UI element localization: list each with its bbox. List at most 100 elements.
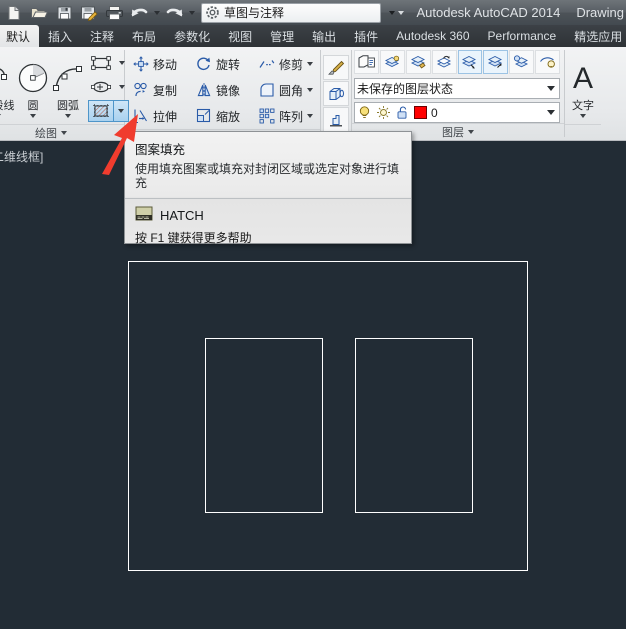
undo-icon[interactable]: [127, 2, 151, 24]
stretch-label: 拉伸: [153, 109, 178, 124]
tab-autodesk360[interactable]: Autodesk 360: [387, 25, 478, 47]
left-rectangle[interactable]: [205, 338, 323, 513]
layer-color-swatch[interactable]: [414, 106, 427, 119]
mirror-label: 镜像: [215, 83, 240, 98]
layer-isolate-icon[interactable]: [405, 50, 431, 74]
lightbulb-icon: [359, 106, 370, 118]
arc-label: 圆弧: [57, 99, 79, 112]
layer-turn-on-icon[interactable]: [535, 50, 560, 74]
arc-dropdown[interactable]: [65, 113, 71, 118]
draw-panel-title[interactable]: 绘图: [0, 124, 124, 140]
layer-unisolate-icon[interactable]: [431, 50, 457, 74]
arc-button[interactable]: 圆弧: [51, 56, 85, 118]
tab-default[interactable]: 默认: [0, 25, 40, 47]
trim-button[interactable]: 修剪: [254, 51, 317, 77]
open-icon[interactable]: [27, 2, 51, 24]
array-button[interactable]: 阵列: [254, 103, 317, 129]
rotate-label: 旋转: [215, 57, 240, 72]
layer-freeze-icon[interactable]: [457, 50, 483, 74]
title-bar: 草图与注释 Autodesk AutoCAD 2014 Drawing: [0, 0, 626, 25]
chevron-down-icon[interactable]: [547, 86, 555, 91]
save-icon[interactable]: [52, 2, 76, 24]
tooltip-description: 使用填充图案或填充对封闭区域或选定对象进行填充: [135, 162, 400, 190]
ellipse-button[interactable]: [87, 75, 130, 99]
paintbrush-icon: [328, 60, 345, 75]
rectangle-button[interactable]: [87, 51, 130, 75]
hatch-command-icon: [135, 206, 153, 224]
text-button[interactable]: A 文字: [568, 56, 598, 118]
copy-label: 复制: [153, 83, 178, 98]
draw-small-buttons: [87, 51, 130, 123]
ribbon-tab-strip: 默认 插入 注释 布局 参数化 视图 管理 输出 插件 Autodesk 360…: [0, 25, 626, 47]
circle-dropdown[interactable]: [30, 113, 36, 118]
tooltip-help: 按 F1 键获得更多帮助: [135, 231, 252, 245]
mirror-icon: [195, 81, 213, 99]
polyline-button[interactable]: 多段线: [0, 56, 15, 118]
hatch-button[interactable]: [87, 99, 130, 123]
polyline-dropdown[interactable]: [0, 113, 1, 118]
workspace-value: 草图与注释: [224, 6, 285, 20]
tooltip-title: 图案填充: [135, 143, 186, 157]
scale-button[interactable]: 缩放: [191, 103, 254, 129]
layer-state-combo[interactable]: 未保存的图层状态: [354, 78, 560, 99]
copy-button[interactable]: 复制: [128, 77, 191, 103]
polyline-label: 多段线: [0, 99, 15, 112]
chevron-down-icon[interactable]: [547, 110, 555, 115]
plot-icon[interactable]: [102, 2, 126, 24]
ellipse-icon: [88, 76, 114, 98]
tab-addins[interactable]: 插件: [345, 25, 387, 47]
tab-performance[interactable]: Performance: [479, 25, 566, 47]
tab-annotate[interactable]: 注释: [81, 25, 123, 47]
workspace-switcher[interactable]: 草图与注释: [201, 2, 381, 23]
circle-label: 圆: [27, 99, 39, 112]
layer-merge-icon[interactable]: [509, 50, 535, 74]
layer-off-icon[interactable]: [379, 50, 405, 74]
fillet-icon: [258, 81, 276, 99]
tab-manage[interactable]: 管理: [261, 25, 303, 47]
saveas-icon[interactable]: [77, 2, 101, 24]
tab-featured-apps[interactable]: 精选应用: [565, 25, 626, 47]
layer-tools-button[interactable]: [323, 107, 349, 132]
move-button[interactable]: 移动: [128, 51, 191, 77]
workspace-dropdown-arrow[interactable]: [387, 2, 396, 24]
text-panel-title: [565, 124, 601, 140]
trim-icon: [258, 55, 276, 73]
tab-view[interactable]: 视图: [219, 25, 261, 47]
move-icon: [132, 55, 150, 73]
fillet-dropdown[interactable]: [307, 88, 313, 92]
move-label: 移动: [153, 57, 178, 72]
array-dropdown[interactable]: [307, 114, 313, 118]
text-A-icon: A: [572, 61, 593, 95]
qat-customize-arrow[interactable]: [396, 2, 405, 24]
stretch-button[interactable]: 拉伸: [128, 103, 191, 129]
right-rectangle[interactable]: [355, 338, 473, 513]
text-dropdown[interactable]: [580, 113, 586, 118]
unlock-icon: [397, 106, 407, 119]
rotate-button[interactable]: 旋转: [191, 51, 254, 77]
undo-dropdown[interactable]: [152, 2, 161, 24]
tab-insert[interactable]: 插入: [39, 25, 81, 47]
polyline-icon: [0, 58, 15, 100]
copy-icon: [132, 81, 150, 99]
fillet-label: 圆角: [278, 83, 303, 98]
tab-output[interactable]: 输出: [303, 25, 345, 47]
properties-button[interactable]: [323, 81, 349, 106]
new-icon[interactable]: [2, 2, 26, 24]
match-properties-button[interactable]: [323, 55, 349, 80]
circle-button[interactable]: 圆: [15, 56, 51, 118]
redo-icon[interactable]: [162, 2, 186, 24]
current-layer-combo[interactable]: 0: [354, 102, 560, 123]
app-title: Autodesk AutoCAD 2014: [416, 5, 561, 20]
layer-properties-icon[interactable]: [354, 50, 379, 74]
quick-access-toolbar: [0, 2, 196, 24]
layer-tool-icon: [330, 114, 342, 126]
mirror-button[interactable]: 镜像: [191, 77, 254, 103]
trim-dropdown[interactable]: [307, 62, 313, 66]
tab-layout[interactable]: 布局: [123, 25, 165, 47]
fillet-button[interactable]: 圆角: [254, 77, 317, 103]
document-title: Drawing: [576, 5, 624, 20]
layer-lock-icon[interactable]: [483, 50, 509, 74]
text-panel: A 文字: [565, 47, 601, 140]
redo-dropdown[interactable]: [187, 2, 196, 24]
tab-parametric[interactable]: 参数化: [165, 25, 219, 47]
